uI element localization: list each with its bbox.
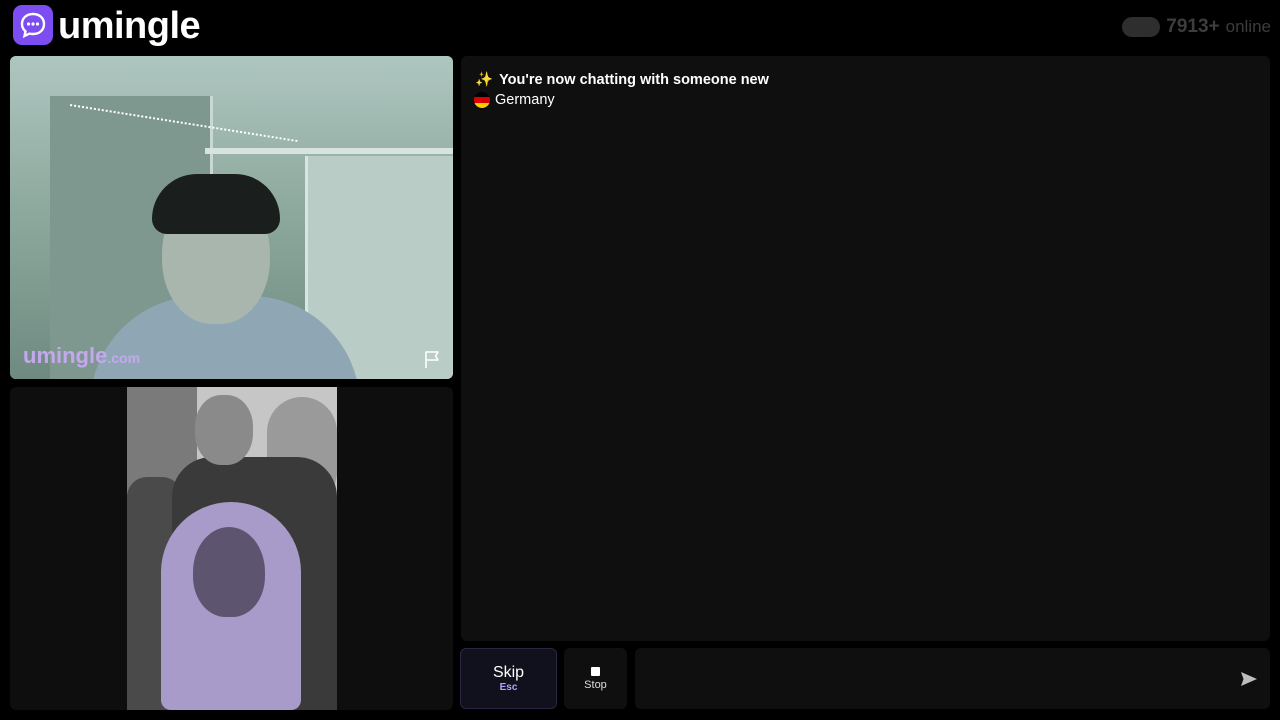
watermark-main: umingle [23, 343, 108, 368]
online-count: 7913+ [1166, 16, 1220, 37]
skip-shortcut-hint: Esc [499, 681, 518, 693]
stop-button[interactable]: Stop [564, 648, 627, 709]
skip-button[interactable]: Skip Esc [460, 648, 557, 709]
header: umingle 7913+ online [0, 0, 1280, 54]
stop-square-icon [591, 666, 600, 676]
stop-label: Stop [584, 678, 607, 691]
send-arrow-icon[interactable] [1238, 668, 1260, 690]
chat-status-text: You're now chatting with someone new [499, 71, 769, 88]
message-input[interactable] [635, 648, 1270, 709]
remote-video: umingle.com [10, 56, 453, 379]
flag-icon[interactable] [423, 349, 443, 369]
chat-panel: ✨ You're now chatting with someone new G… [461, 56, 1270, 641]
country-name: Germany [495, 92, 555, 108]
sparkles-icon: ✨ [475, 72, 494, 88]
skip-label: Skip [492, 663, 525, 681]
chat-status-message: ✨ You're now chatting with someone new [475, 71, 769, 89]
stranger-country: Germany [474, 92, 555, 108]
chat-bubble-icon[interactable] [13, 5, 53, 45]
online-label: online [1225, 17, 1271, 36]
local-video [10, 387, 453, 710]
germany-flag-icon [474, 92, 490, 108]
watermark-suffix: .com [107, 350, 141, 366]
local-video-feed [127, 387, 337, 710]
brand-name[interactable]: umingle [58, 4, 201, 48]
online-indicator: 7913+ online [1122, 16, 1271, 38]
video-watermark: umingle.com [23, 343, 140, 369]
remote-video-feed [10, 56, 453, 379]
online-toggle [1122, 17, 1161, 37]
